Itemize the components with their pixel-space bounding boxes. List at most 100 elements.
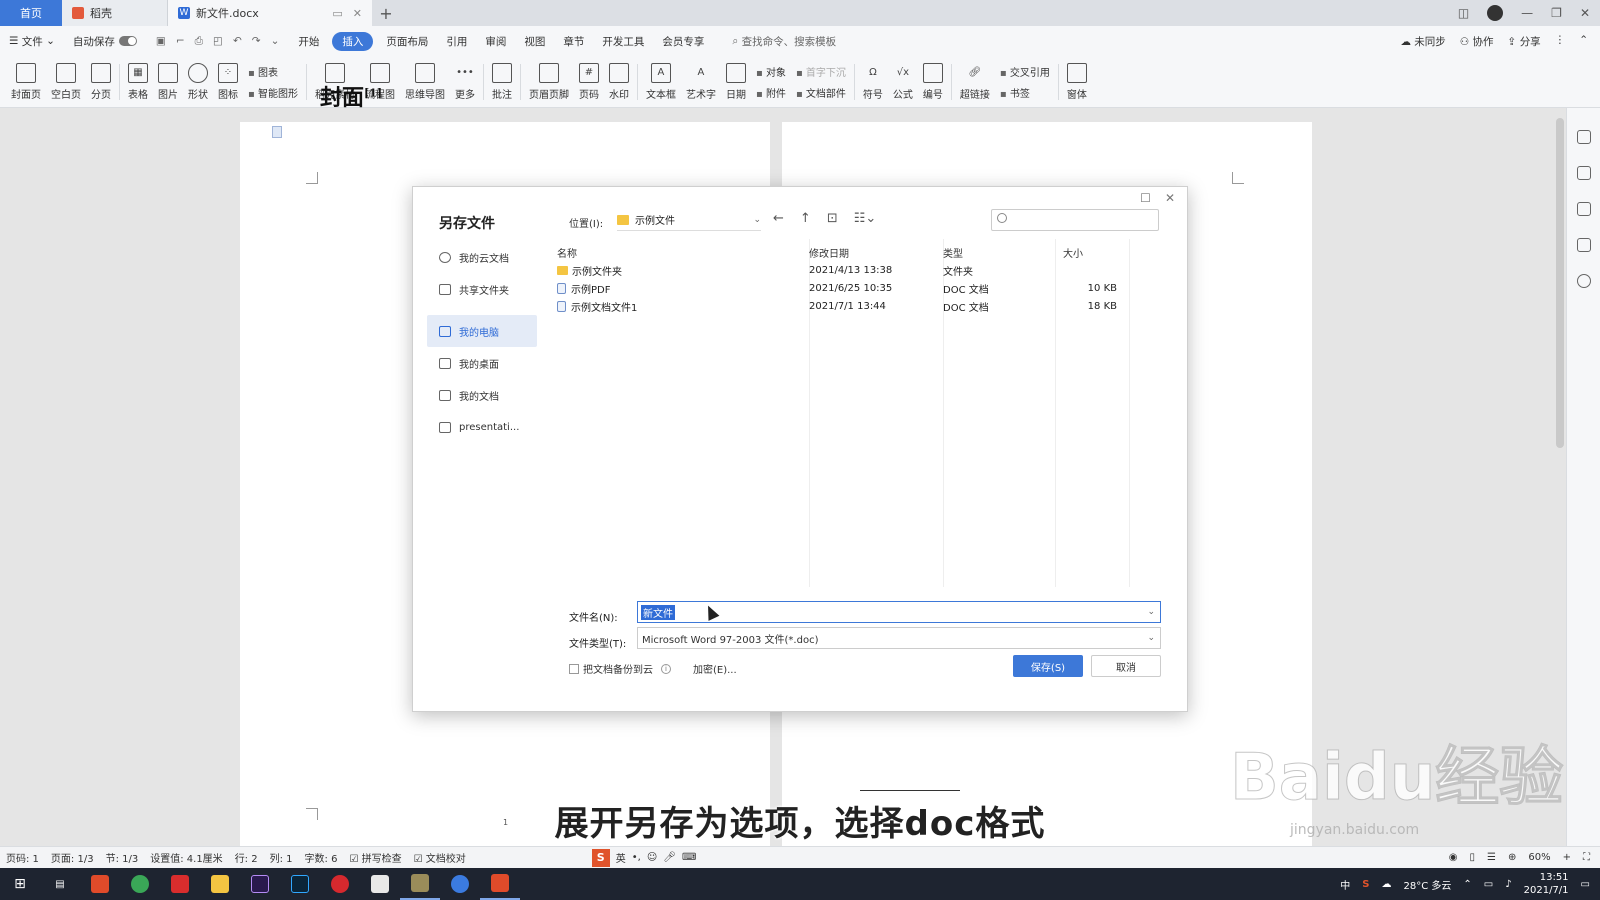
tab-daoke[interactable]: 稻壳 — [62, 0, 168, 26]
tab-close-icon[interactable]: ✕ — [353, 7, 362, 20]
shape-button[interactable]: 形状 — [183, 59, 213, 105]
table-button[interactable]: ▦ 表格 — [123, 59, 153, 105]
zoom-in-icon[interactable]: + — [1563, 852, 1571, 863]
tray-expand-icon[interactable]: ⌃ — [1463, 879, 1471, 890]
new-tab-button[interactable]: + — [372, 0, 400, 26]
proofread-toggle[interactable]: 文档校对 — [408, 850, 472, 865]
kebab-icon[interactable]: ⋮ — [1555, 34, 1566, 49]
taskbar-app[interactable] — [80, 868, 120, 900]
dialog-close-icon[interactable]: ✕ — [1165, 191, 1175, 205]
column-header-size[interactable]: 大小 — [1055, 245, 1123, 260]
toggle-switch[interactable] — [118, 36, 137, 46]
sync-button[interactable]: ☁ 未同步 — [1400, 34, 1445, 49]
taskbar-app[interactable] — [440, 868, 480, 900]
date-button[interactable]: 日期 — [721, 59, 751, 105]
taskbar-photoshop[interactable] — [280, 868, 320, 900]
chart-button[interactable]: 图表 — [248, 64, 298, 79]
preview-icon[interactable]: ◰ — [213, 35, 223, 48]
status-setting[interactable]: 设置值: 4.1厘米 — [144, 850, 228, 865]
web-view-icon[interactable]: ⊕ — [1508, 852, 1516, 863]
format-painter-icon[interactable]: ⌐ — [176, 35, 185, 48]
status-pages[interactable]: 页面: 1/3 — [45, 850, 100, 865]
backup-checkbox[interactable] — [569, 663, 579, 674]
spell-check-toggle[interactable]: 拼写检查 — [343, 850, 407, 865]
collab-button[interactable]: ⚇ 协作 — [1460, 34, 1494, 49]
taskbar-writer[interactable] — [480, 868, 520, 900]
page-view-icon[interactable]: ▯ — [1470, 852, 1476, 863]
taskbar-explorer[interactable] — [200, 868, 240, 900]
command-search[interactable]: ⌕ 查找命令、搜索模板 — [723, 34, 845, 49]
new-folder-icon[interactable]: ⊡ — [827, 211, 838, 226]
window-close-icon[interactable]: ✕ — [1580, 6, 1590, 20]
file-row[interactable]: 示例PDF 2021/6/25 10:35 DOC 文档 10 KB — [553, 279, 1123, 297]
info-icon[interactable]: i — [661, 663, 671, 674]
save-icon[interactable]: ▣ — [156, 35, 166, 48]
page-number-button[interactable]: # 页码 — [574, 59, 604, 105]
encrypt-link[interactable]: 加密(E)... — [693, 661, 737, 676]
tab-home[interactable]: 首页 — [0, 0, 62, 26]
watermark-button[interactable]: 水印 — [604, 59, 634, 105]
form-button[interactable]: 窗体 — [1062, 59, 1092, 105]
cancel-button[interactable]: 取消 — [1091, 655, 1161, 677]
more-button[interactable]: ••• 更多 — [450, 59, 480, 105]
vertical-scrollbar[interactable] — [1556, 118, 1564, 448]
help-icon[interactable] — [1576, 274, 1591, 288]
undo-icon[interactable]: ↶ — [233, 35, 242, 48]
column-header-type[interactable]: 类型 — [943, 245, 1055, 260]
blank-page-button[interactable]: 空白页 — [46, 59, 86, 105]
tray-ime[interactable]: 中 — [1340, 877, 1350, 892]
file-row[interactable]: 示例文档文件1 2021/7/1 13:44 DOC 文档 18 KB — [553, 297, 1123, 315]
symbol-button[interactable]: Ω 符号 — [858, 59, 888, 105]
menu-item-review[interactable]: 审阅 — [476, 34, 515, 49]
autosave-toggle[interactable]: 自动保存 — [64, 34, 146, 49]
sogou-ime-icon[interactable]: S — [591, 848, 610, 867]
column-header-date[interactable]: 修改日期 — [809, 245, 943, 260]
doc-parts-button[interactable]: 文档部件 — [796, 85, 846, 100]
notification-icon[interactable]: ▭ — [1581, 879, 1590, 890]
paragraph-mark-icon[interactable] — [272, 126, 282, 138]
more-icon[interactable]: ⌄ — [271, 35, 280, 48]
cover-page-button[interactable]: 封面页 — [6, 59, 46, 105]
clock[interactable]: 13:51 2021/7/1 — [1524, 871, 1569, 897]
location-select[interactable]: 示例文件 ⌄ — [617, 209, 761, 231]
column-header-name[interactable]: 名称 — [553, 245, 809, 260]
network-icon[interactable]: ▭ — [1484, 879, 1493, 890]
ime-language[interactable]: 英 — [616, 850, 626, 865]
emoji-icon[interactable]: ☺ — [647, 852, 657, 863]
punctuation-icon[interactable]: •, — [632, 852, 641, 863]
up-arrow-icon[interactable]: ↑ — [800, 211, 811, 226]
header-footer-button[interactable]: 页眉页脚 — [524, 59, 574, 105]
menu-item-chapter[interactable]: 章节 — [554, 34, 593, 49]
settings-sliders-icon[interactable] — [1576, 238, 1591, 252]
numbering-button[interactable]: 编号 — [918, 59, 948, 105]
select-cursor-icon[interactable] — [1576, 202, 1591, 216]
restore-icon[interactable]: ❐ — [1551, 6, 1562, 20]
fullscreen-icon[interactable]: ⛶ — [1583, 852, 1590, 863]
redo-icon[interactable]: ↷ — [252, 35, 261, 48]
textbox-button[interactable]: A 文本框 — [641, 59, 681, 105]
taskbar-music[interactable] — [320, 868, 360, 900]
comment-button[interactable]: 批注 — [487, 59, 517, 105]
icon-button[interactable]: ⁘ 图标 — [213, 59, 243, 105]
zoom-level[interactable]: 60% — [1528, 852, 1550, 863]
dropcap-button[interactable]: 首字下沉 — [796, 64, 846, 79]
weather-text[interactable]: 28°C 多云 — [1404, 877, 1452, 892]
avatar[interactable] — [1487, 5, 1504, 21]
status-words[interactable]: 字数: 6 — [299, 850, 344, 865]
menu-item-insert[interactable]: 插入 — [332, 31, 374, 51]
file-menu[interactable]: ☰ 文件 ⌄ — [0, 34, 64, 49]
print-icon[interactable]: ⎙ — [195, 35, 203, 48]
eye-icon[interactable]: ◉ — [1449, 852, 1458, 863]
dialog-search-input[interactable] — [991, 209, 1159, 231]
menu-item-start[interactable]: 开始 — [289, 34, 328, 49]
smartart-button[interactable]: 智能图形 — [248, 85, 298, 100]
sogou-tray-icon[interactable]: S — [1362, 879, 1369, 890]
object-button[interactable]: 对象 — [756, 64, 786, 79]
sidebar-item-presentation[interactable]: presentati... — [427, 411, 537, 443]
microphone-icon[interactable]: 🎤︎ — [663, 852, 676, 863]
menu-item-layout[interactable]: 页面布局 — [377, 34, 437, 49]
mindmap-button[interactable]: 思维导图 — [400, 59, 450, 105]
sidebar-item-desktop[interactable]: 我的桌面 — [427, 347, 537, 379]
menu-item-reference[interactable]: 引用 — [437, 34, 476, 49]
attachment-button[interactable]: 附件 — [756, 85, 786, 100]
